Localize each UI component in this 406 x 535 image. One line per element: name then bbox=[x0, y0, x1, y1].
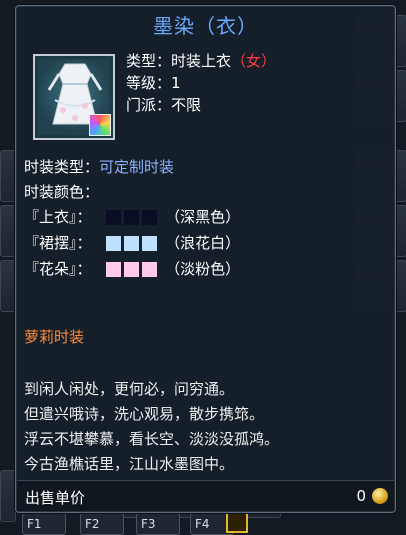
item-title: 墨染（衣） bbox=[153, 14, 258, 38]
item-type-row: 类型：时装上衣（女） bbox=[126, 50, 276, 71]
poem-line: 但遣兴哦诗，洗心观易，散步携筇。 bbox=[24, 405, 265, 423]
item-level-label: 等级： bbox=[126, 74, 172, 92]
dye-color-name: （浪花白） bbox=[165, 234, 241, 252]
dye-part-label: 『花朵』： bbox=[24, 260, 92, 278]
set-name: 萝莉时装 bbox=[24, 328, 85, 346]
gold-coin-icon bbox=[372, 488, 388, 504]
dye-row-skirt: 『裙摆』： （浪花白） bbox=[24, 232, 240, 253]
sell-price-bar: 出售单价 0 bbox=[17, 480, 394, 511]
dye-swatch bbox=[142, 210, 158, 225]
dye-swatch bbox=[124, 236, 140, 251]
dye-swatch bbox=[142, 236, 158, 251]
item-faction-value: 不限 bbox=[171, 96, 202, 114]
sell-price-label: 出售单价 bbox=[25, 489, 86, 507]
dye-swatch bbox=[106, 236, 122, 251]
sell-price-value: 0 bbox=[356, 487, 366, 505]
item-icon-frame bbox=[33, 54, 115, 140]
dye-swatch bbox=[106, 210, 122, 225]
dye-row-top: 『上衣』： （深黑色） bbox=[24, 206, 240, 227]
dye-swatch bbox=[106, 262, 122, 277]
fashion-type-row: 时装类型：可定制时装 bbox=[24, 156, 174, 177]
item-level-row: 等级：1 bbox=[126, 72, 181, 93]
item-type-value: 时装上衣 bbox=[171, 52, 232, 70]
f1-key[interactable]: F1 bbox=[22, 513, 66, 535]
poem-line: 今古渔樵话里，江山水墨图中。 bbox=[24, 455, 235, 473]
item-faction-row: 门派：不限 bbox=[126, 94, 201, 115]
inventory-slot[interactable] bbox=[0, 205, 16, 257]
dye-part-label: 『上衣』： bbox=[24, 208, 92, 226]
dye-palette-icon bbox=[89, 114, 111, 136]
fashion-color-label: 时装颜色： bbox=[24, 183, 100, 201]
item-level-value: 1 bbox=[171, 74, 181, 92]
inventory-slot[interactable] bbox=[0, 260, 16, 312]
f3-key[interactable]: F3 bbox=[136, 513, 180, 535]
item-type-label: 类型： bbox=[126, 52, 172, 70]
item-tooltip: 墨染（衣） 类型：时装上衣（女） 等级：1 门派：不限 时装类型：可定制时装 时… bbox=[15, 5, 396, 513]
fashion-type-value: 可定制时装 bbox=[99, 158, 175, 176]
dye-swatches bbox=[106, 260, 165, 278]
dye-color-name: （深黑色） bbox=[165, 208, 241, 226]
dye-swatches bbox=[106, 234, 165, 252]
inventory-slot[interactable] bbox=[0, 150, 16, 202]
dye-swatch bbox=[142, 262, 158, 277]
dye-part-label: 『裙摆』： bbox=[24, 234, 92, 252]
dye-row-flower: 『花朵』： （淡粉色） bbox=[24, 258, 240, 279]
item-faction-label: 门派： bbox=[126, 96, 172, 114]
poem-line: 浮云不堪攀慕，看长空、淡淡没孤鸿。 bbox=[24, 430, 280, 448]
dye-swatches bbox=[106, 208, 165, 226]
fashion-type-label: 时装类型： bbox=[24, 158, 100, 176]
f2-key[interactable]: F2 bbox=[80, 513, 124, 535]
dye-color-name: （淡粉色） bbox=[165, 260, 241, 278]
dye-swatch bbox=[124, 262, 140, 277]
poem-line: 到闲人闲处，更何必，问穷通。 bbox=[24, 380, 235, 398]
item-gender: （女） bbox=[231, 52, 277, 70]
bag-icon[interactable] bbox=[226, 511, 248, 533]
dye-swatch bbox=[124, 210, 140, 225]
